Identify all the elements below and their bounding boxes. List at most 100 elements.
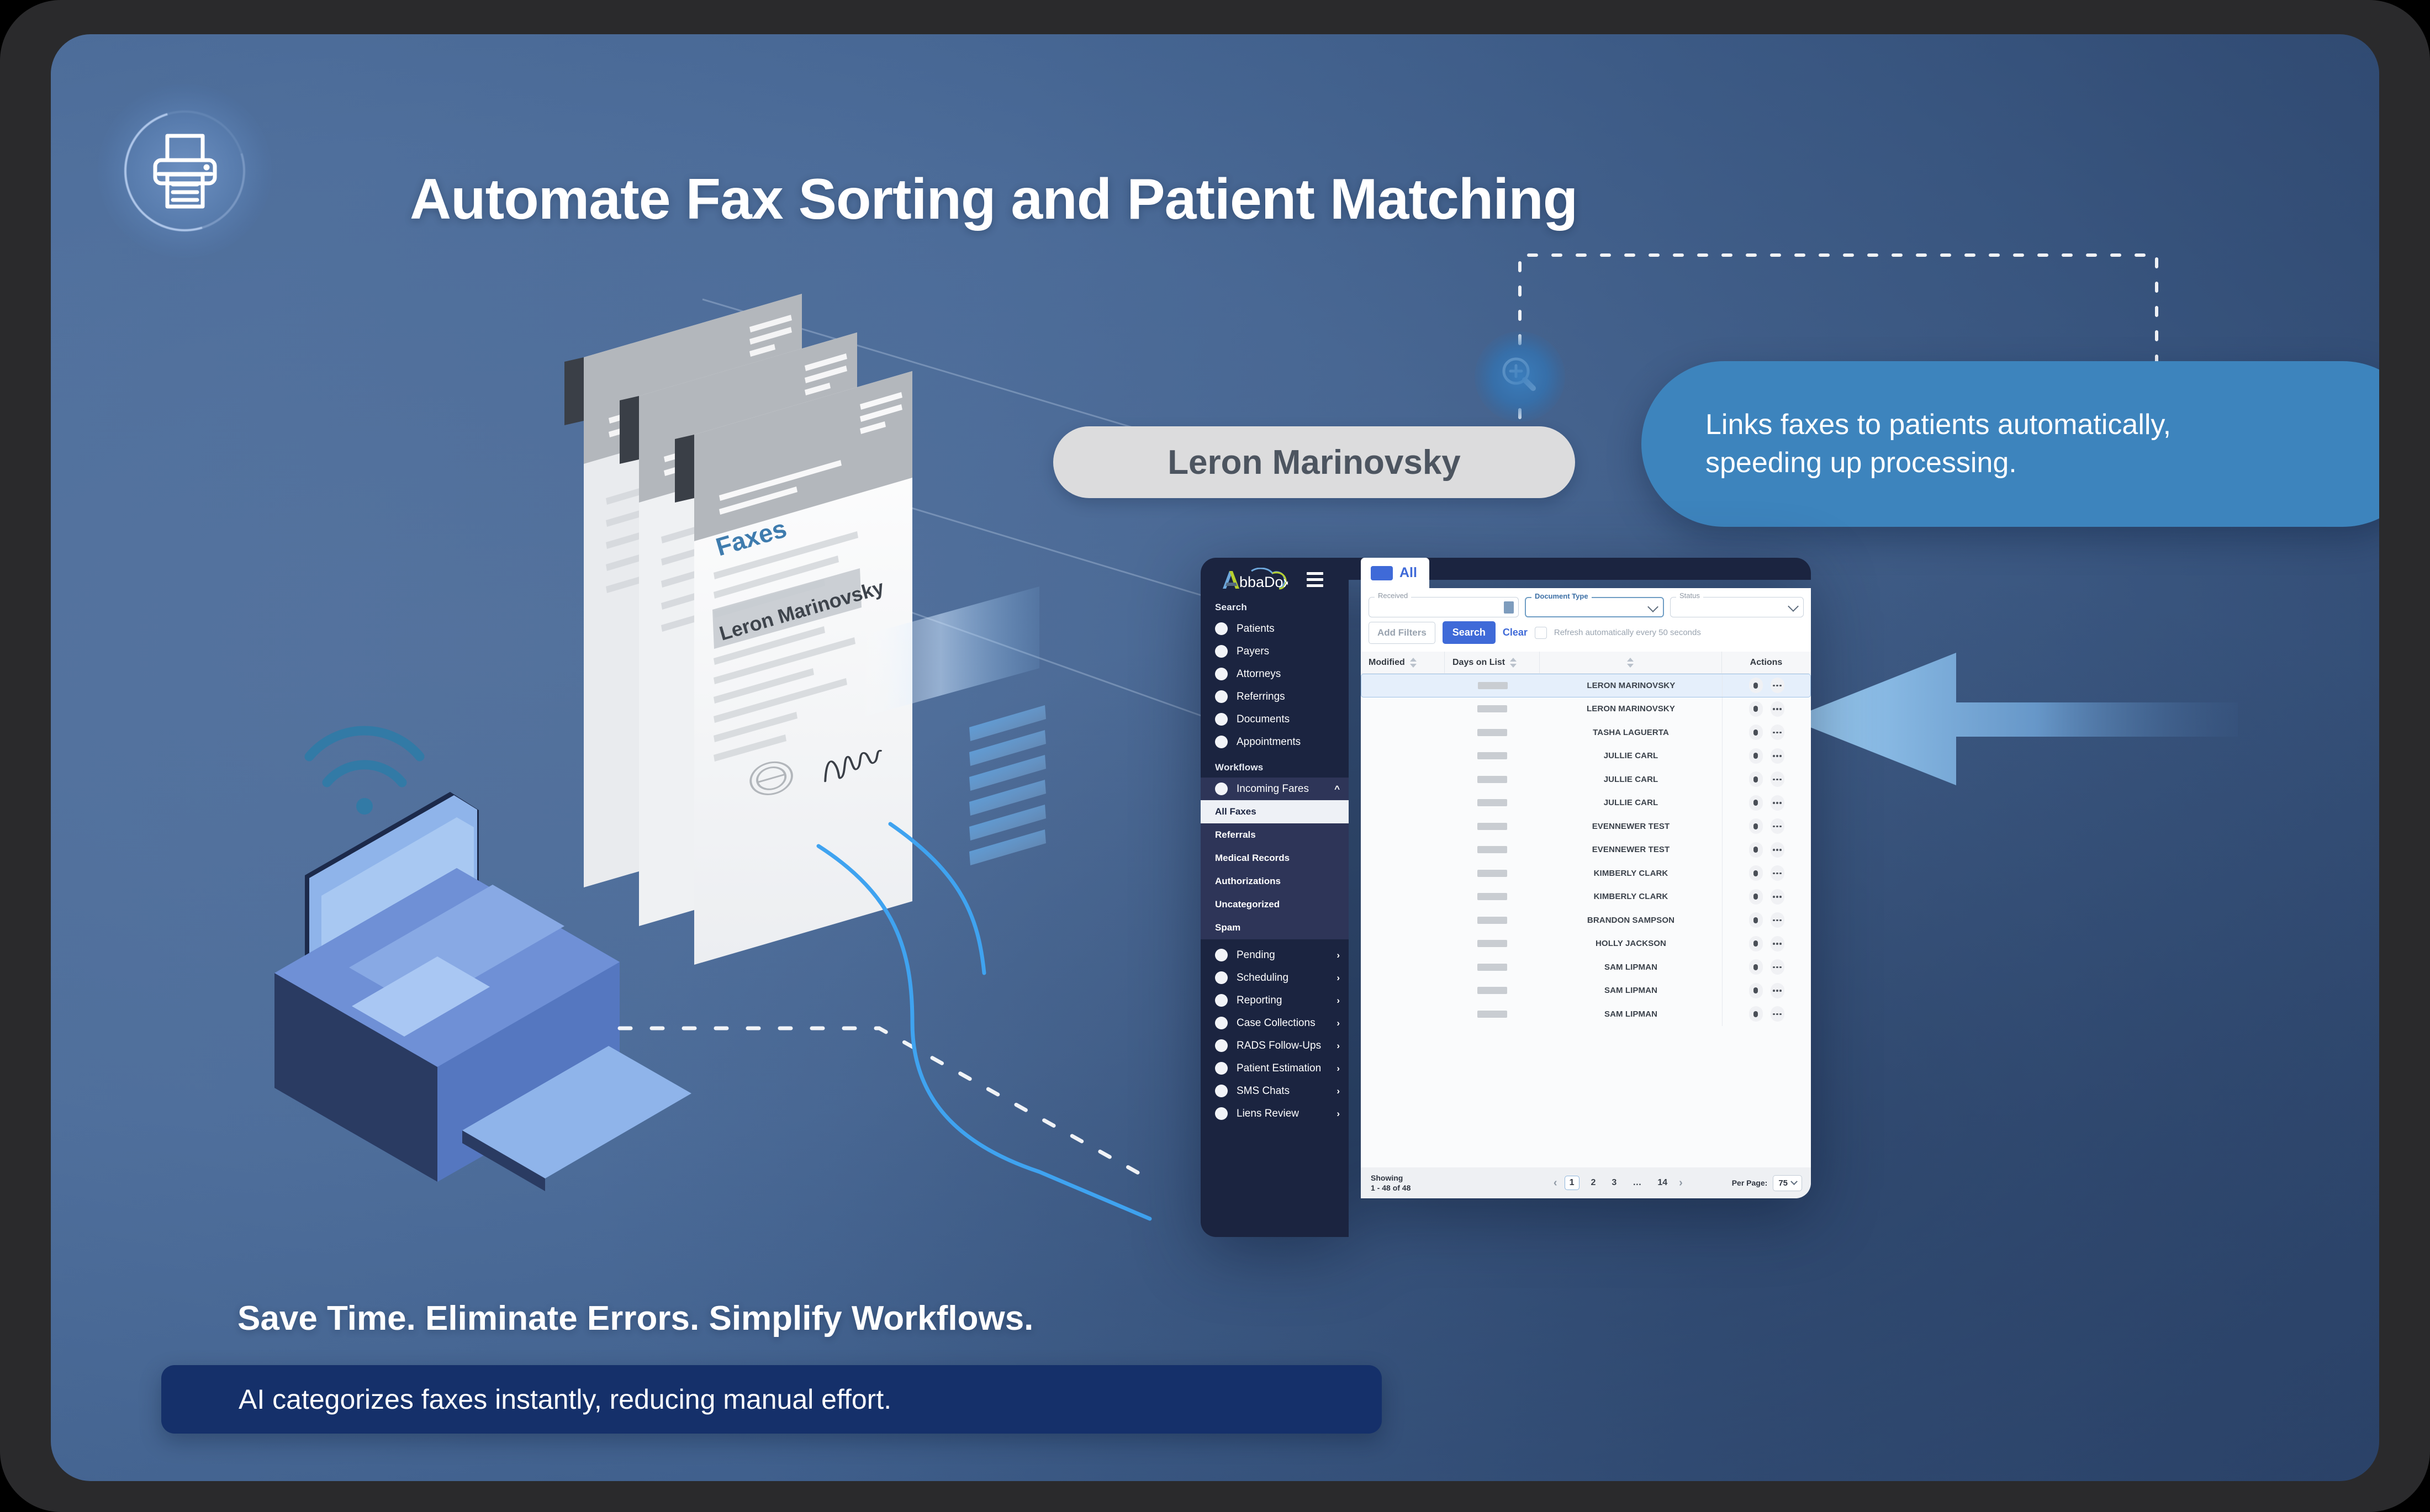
pin-action-button[interactable] — [1748, 701, 1763, 717]
table-row[interactable]: SAM LIPMAN — [1361, 979, 1811, 1002]
sidebar-subitem-medical-records[interactable]: Medical Records — [1201, 847, 1349, 870]
pin-action-button[interactable] — [1748, 912, 1763, 928]
fax-table: Modified Days on List Actions LERON MARI… — [1361, 652, 1811, 1198]
sidebar-item-appointments[interactable]: Appointments — [1201, 731, 1349, 753]
pin-action-button[interactable] — [1748, 842, 1763, 858]
more-actions-button[interactable] — [1770, 771, 1784, 787]
pin-action-button[interactable] — [1748, 771, 1763, 787]
sort-icon[interactable] — [1627, 657, 1634, 668]
more-actions-button[interactable] — [1770, 818, 1784, 834]
sidebar-item-incoming-fares[interactable]: Incoming Fares ^ — [1201, 778, 1349, 800]
pin-action-button[interactable] — [1748, 725, 1763, 741]
pin-action-button[interactable] — [1748, 865, 1763, 881]
table-row[interactable]: LERON MARINOVSKY — [1361, 697, 1811, 721]
kebab-icon — [1773, 755, 1782, 757]
table-row[interactable]: LERON MARINOVSKY — [1361, 674, 1811, 697]
guide-lines — [652, 298, 1288, 748]
add-filters-button[interactable]: Add Filters — [1369, 621, 1435, 644]
pin-action-button[interactable] — [1748, 889, 1763, 905]
sidebar-item-sms-chats[interactable]: SMS Chats › — [1201, 1080, 1349, 1102]
clear-button[interactable]: Clear — [1503, 627, 1528, 638]
more-actions-button[interactable] — [1770, 1006, 1784, 1022]
magnifier-marker[interactable] — [1475, 331, 1565, 422]
more-actions-button[interactable] — [1770, 935, 1784, 951]
more-actions-button[interactable] — [1770, 748, 1784, 764]
column-modified[interactable]: Modified — [1361, 652, 1445, 673]
pin-icon — [1753, 823, 1758, 829]
page-3-button[interactable]: 3 — [1607, 1176, 1621, 1189]
table-row[interactable]: TASHA LAGUERTA — [1361, 721, 1811, 744]
hamburger-icon[interactable] — [1307, 572, 1323, 587]
pin-action-button[interactable] — [1748, 748, 1763, 764]
table-row[interactable]: HOLLY JACKSON — [1361, 932, 1811, 955]
pin-action-button[interactable] — [1748, 678, 1763, 694]
sidebar-subitem-spam[interactable]: Spam — [1201, 916, 1349, 939]
more-actions-button[interactable] — [1770, 701, 1784, 717]
pin-action-button[interactable] — [1748, 935, 1763, 951]
page-14-button[interactable]: 14 — [1653, 1176, 1672, 1189]
received-field[interactable]: Received — [1369, 591, 1519, 617]
document-type-field[interactable]: Document Type — [1525, 592, 1664, 617]
table-row[interactable]: BRANDON SAMPSON — [1361, 908, 1811, 932]
sidebar-item-pending[interactable]: Pending › — [1201, 944, 1349, 966]
table-row[interactable]: EVENNEWER TEST — [1361, 815, 1811, 838]
more-actions-button[interactable] — [1770, 725, 1784, 741]
page-1-button[interactable]: 1 — [1564, 1176, 1580, 1190]
sidebar-item-reporting[interactable]: Reporting › — [1201, 989, 1349, 1012]
sidebar-item-documents[interactable]: Documents — [1201, 708, 1349, 731]
more-actions-button[interactable] — [1770, 982, 1784, 998]
sort-icon[interactable] — [1510, 657, 1517, 668]
pin-action-button[interactable] — [1748, 795, 1763, 811]
sidebar-item-payers[interactable]: Payers — [1201, 640, 1349, 663]
status-field[interactable]: Status — [1670, 591, 1804, 617]
sidebar-item-scheduling[interactable]: Scheduling › — [1201, 966, 1349, 989]
table-row[interactable]: KIMBERLY CLARK — [1361, 885, 1811, 908]
sidebar-item-case-collections[interactable]: Case Collections › — [1201, 1012, 1349, 1034]
kebab-icon — [1773, 872, 1782, 874]
pin-action-button[interactable] — [1748, 818, 1763, 834]
sidebar-item-rads-follow-ups[interactable]: RADS Follow-Ups › — [1201, 1034, 1349, 1057]
sidebar-item-referrings[interactable]: Referrings — [1201, 685, 1349, 708]
pin-action-button[interactable] — [1748, 982, 1763, 998]
table-row[interactable]: JULLIE CARL — [1361, 768, 1811, 791]
sidebar-item-liens-review[interactable]: Liens Review › — [1201, 1102, 1349, 1125]
table-row[interactable]: KIMBERLY CLARK — [1361, 861, 1811, 885]
more-actions-button[interactable] — [1770, 865, 1784, 881]
sidebar-subitem-uncategorized[interactable]: Uncategorized — [1201, 893, 1349, 916]
column-days-on-list[interactable]: Days on List — [1445, 652, 1540, 673]
search-button[interactable]: Search — [1442, 621, 1496, 644]
sidebar-item-patients[interactable]: Patients — [1201, 617, 1349, 640]
sidebar-item-patient-estimation[interactable]: Patient Estimation › — [1201, 1057, 1349, 1080]
table-row[interactable]: SAM LIPMAN — [1361, 1002, 1811, 1026]
sidebar-item-attorneys[interactable]: Attorneys — [1201, 663, 1349, 685]
tab-all[interactable]: All — [1361, 558, 1429, 588]
column-patient[interactable] — [1540, 652, 1722, 673]
sidebar-subitem-referrals[interactable]: Referrals — [1201, 823, 1349, 847]
per-page-select[interactable]: 75 — [1773, 1175, 1802, 1191]
pin-action-button[interactable] — [1748, 1006, 1763, 1022]
table-row[interactable]: JULLIE CARL — [1361, 744, 1811, 768]
sidebar-subitem-authorizations[interactable]: Authorizations — [1201, 870, 1349, 893]
table-row[interactable]: SAM LIPMAN — [1361, 955, 1811, 979]
more-actions-button[interactable] — [1770, 678, 1784, 694]
table-row[interactable]: JULLIE CARL — [1361, 791, 1811, 815]
calendar-icon[interactable] — [1504, 601, 1514, 614]
page-2-button[interactable]: 2 — [1587, 1176, 1600, 1189]
sort-icon[interactable] — [1409, 657, 1417, 668]
app-window: bbaDox Search Patients Payers Attorneys — [1201, 558, 1811, 1237]
more-actions-button[interactable] — [1770, 842, 1784, 858]
per-page-value: 75 — [1778, 1178, 1788, 1188]
placeholder-bar — [1477, 846, 1507, 854]
sidebar-subitem-all-faxes[interactable]: All Faxes — [1201, 800, 1349, 823]
table-row[interactable]: EVENNEWER TEST — [1361, 838, 1811, 861]
pin-action-button[interactable] — [1748, 959, 1763, 975]
refresh-checkbox[interactable] — [1534, 626, 1547, 639]
more-actions-button[interactable] — [1770, 912, 1784, 928]
next-page-button[interactable]: › — [1679, 1177, 1683, 1189]
more-actions-button[interactable] — [1770, 959, 1784, 975]
sub-bar-text: AI categorizes faxes instantly, reducing… — [239, 1384, 892, 1415]
more-actions-button[interactable] — [1770, 889, 1784, 905]
more-actions-button[interactable] — [1770, 795, 1784, 811]
placeholder-bar — [1477, 705, 1507, 713]
prev-page-button[interactable]: ‹ — [1554, 1177, 1557, 1189]
